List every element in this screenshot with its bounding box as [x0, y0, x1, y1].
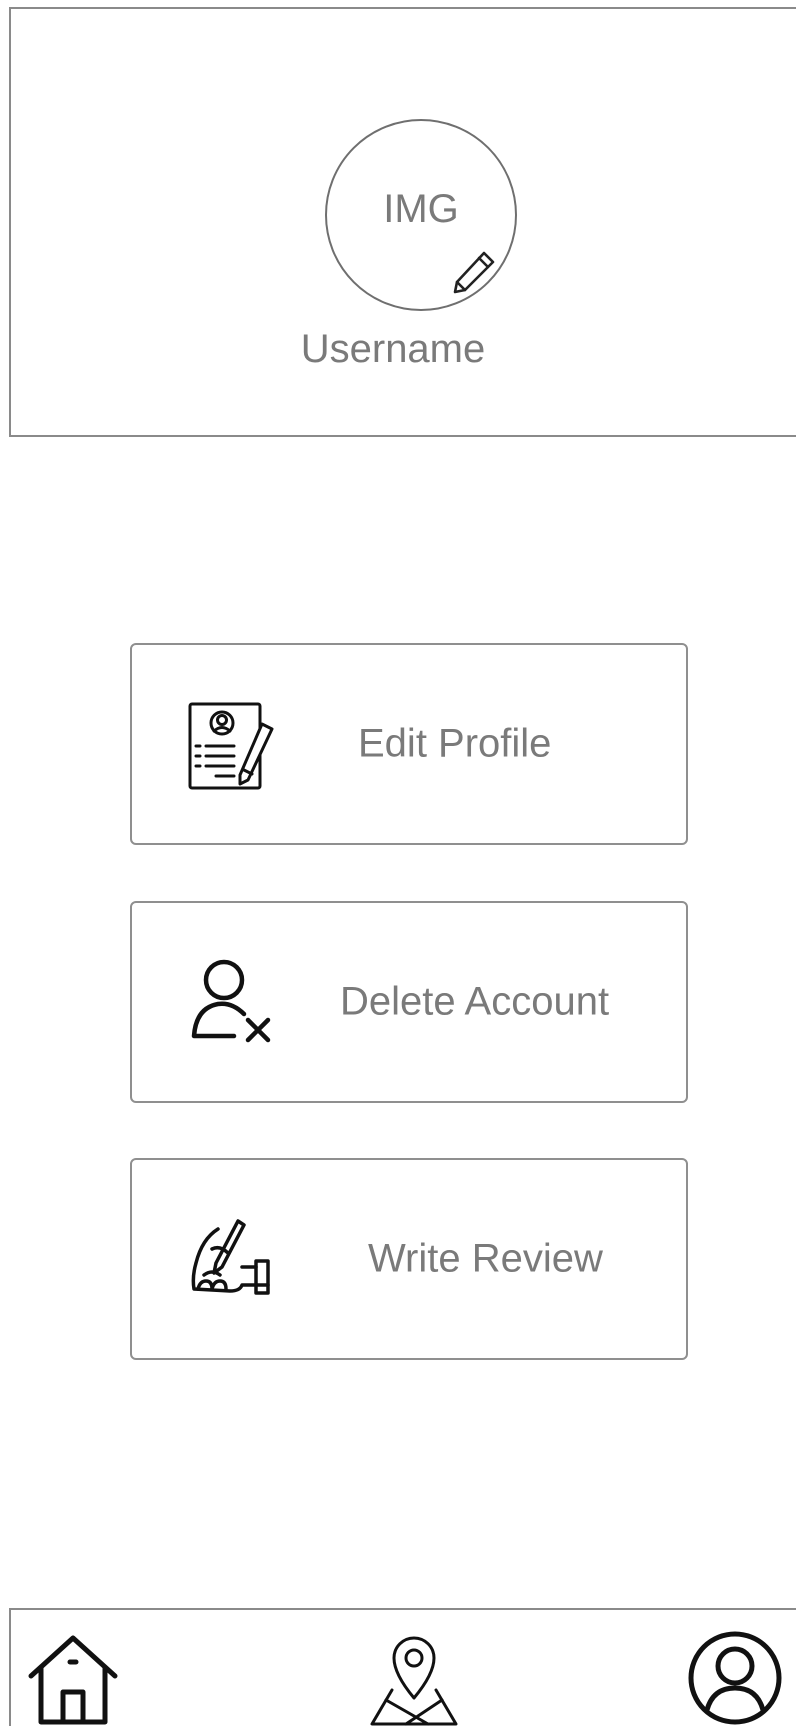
username-label: Username: [300, 327, 486, 371]
profile-header: IMG Username: [9, 7, 796, 437]
map-pin-icon[interactable]: [366, 1630, 462, 1726]
avatar[interactable]: IMG: [325, 119, 517, 311]
edit-profile-label: Edit Profile: [358, 721, 552, 766]
delete-account-button[interactable]: Delete Account: [130, 901, 688, 1103]
edit-profile-button[interactable]: Edit Profile: [130, 643, 688, 845]
write-review-label: Write Review: [368, 1236, 603, 1281]
delete-user-icon: [182, 954, 278, 1050]
profile-page: IMG Username Edit Profile Delete Account…: [0, 0, 796, 1726]
user-profile-icon[interactable]: [687, 1630, 783, 1726]
edit-profile-icon: [182, 696, 278, 792]
delete-account-label: Delete Account: [340, 979, 610, 1024]
bottom-nav: [9, 1608, 796, 1726]
avatar-placeholder-text: IMG: [383, 186, 459, 231]
pencil-icon[interactable]: [451, 249, 497, 295]
home-icon[interactable]: [25, 1630, 121, 1726]
write-review-button[interactable]: Write Review: [130, 1158, 688, 1360]
write-review-icon: [182, 1211, 278, 1307]
